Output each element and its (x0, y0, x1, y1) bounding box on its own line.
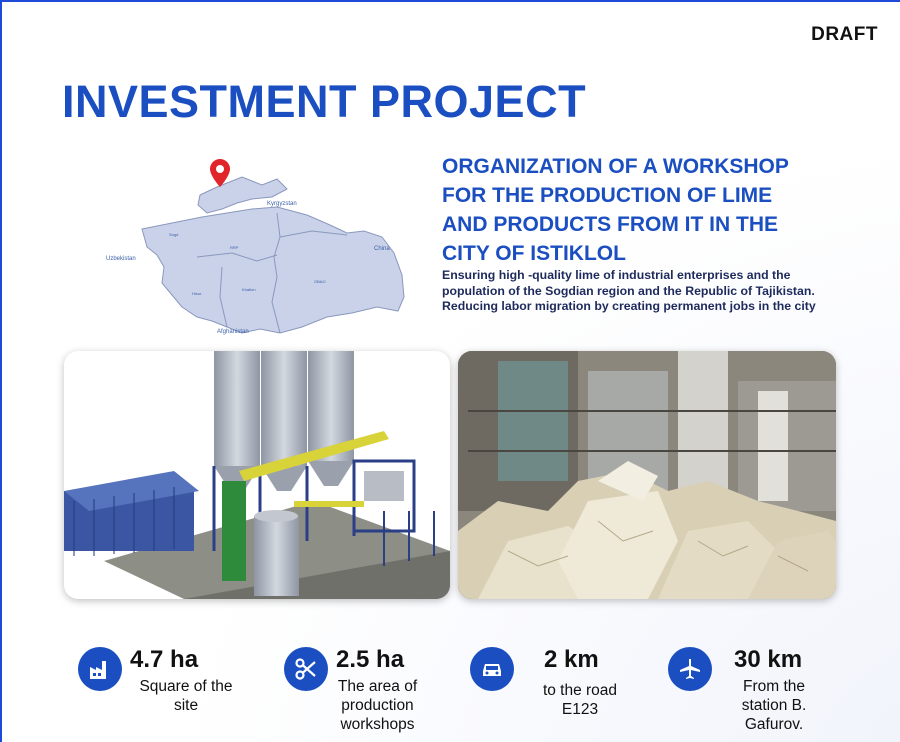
stat-label: From the station B. Gafurov. (741, 678, 807, 733)
draft-badge: DRAFT (811, 24, 878, 45)
project-heading-line: FOR THE PRODUCTION OF LIME (442, 184, 773, 207)
page: DRAFT INVESTMENT PROJECT Kyrgyzstan Uzbe… (0, 0, 900, 742)
plant-rendering-image (64, 351, 450, 599)
map-label-uzbekistan: Uzbekistan (106, 256, 136, 262)
map-region-south (141, 206, 405, 334)
description-paragraph: Ensuring high -quality lime of industria… (442, 268, 815, 298)
description-paragraph: Reducing labor migration by creating per… (442, 299, 816, 313)
stat-value: 30 km (734, 646, 803, 673)
map-label-gbao: GBAO (314, 279, 326, 284)
page-title: INVESTMENT PROJECT (62, 76, 587, 127)
map-label-khatlon: Khatlon (242, 287, 256, 292)
project-heading-line: CITY OF ISTIKLOL (442, 242, 626, 265)
stat-value: 2.5 ha (336, 646, 405, 673)
map-label-kyrgyzstan: Kyrgyzstan (267, 201, 297, 207)
factory-icon (78, 647, 122, 691)
project-heading-line: AND PRODUCTS FROM IT IN THE (442, 213, 778, 236)
stat-label: Square of the site (139, 678, 233, 714)
stat-label: to the road E123 (542, 682, 618, 718)
stat-value: 2 km (544, 646, 599, 673)
project-description: Ensuring high -quality lime of industria… (442, 268, 842, 315)
map-label-rrp: RRP (230, 245, 239, 250)
project-heading-line: ORGANIZATION OF A WORKSHOP (442, 155, 789, 178)
car-icon (470, 647, 514, 691)
map-label-china: China (374, 246, 390, 252)
stat-label: The area of production workshops (337, 678, 418, 733)
map-label-hisor: Hisor (192, 291, 202, 296)
tajikistan-map: Kyrgyzstan Uzbekistan China Afghanistan … (106, 159, 405, 335)
stat-value: 4.7 ha (130, 646, 199, 673)
airplane-icon (668, 647, 712, 691)
lime-stones-photo (458, 351, 836, 599)
project-heading: ORGANIZATION OF A WORKSHOP FOR THE PRODU… (442, 152, 862, 268)
map-label-afghanistan: Afghanistan (217, 329, 249, 335)
map-label-sogd: Sogd (169, 232, 178, 237)
